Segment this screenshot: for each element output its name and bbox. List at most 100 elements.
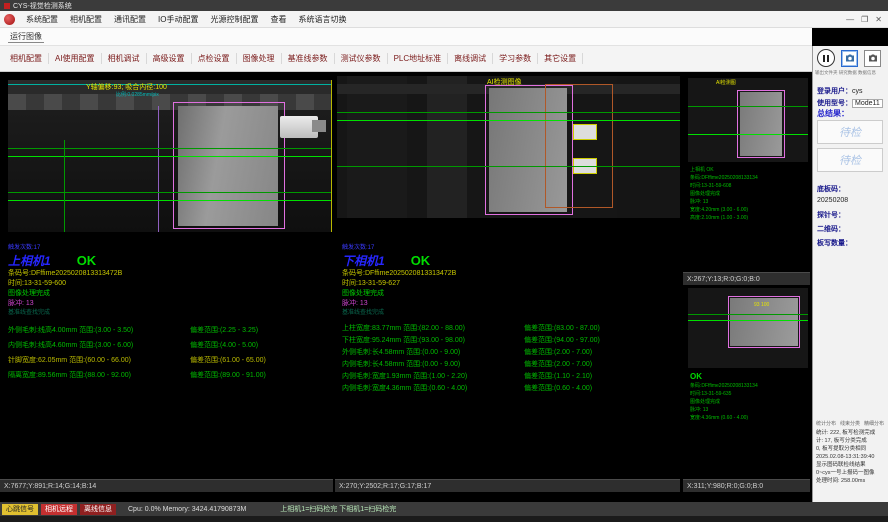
model-label: 使用型号：	[817, 100, 852, 107]
small-view-text-line: 条码:DFffime20250208133134	[690, 174, 812, 182]
run-image-tab[interactable]: 运行图像	[8, 31, 44, 43]
measurement-text: 针脚宽度:62.05mm 范围:(60.00 - 66.00)	[8, 353, 190, 368]
menu-item[interactable]: 光源控制配置	[204, 14, 264, 25]
measurement-text: 下柱宽度:95.24mm 范围:(93.00 - 98.00)	[342, 335, 524, 347]
menu-item[interactable]: 相机配置	[64, 14, 108, 25]
cpu-memory-readout: Cpu: 0.0% Memory: 3424.41790873M	[128, 506, 246, 513]
measurement-row: 下柱宽度:95.24mm 范围:(93.00 - 98.00) 偏差范围:(94…	[342, 335, 678, 347]
camera-settings-button[interactable]	[864, 50, 881, 67]
ribbon-tab[interactable]: 相机配置	[4, 53, 49, 64]
small-view-text-line: 宽度:4.20mm (3.00 - 6.00)	[690, 206, 812, 214]
measurement-row: 内侧毛刺:宽度1.93mm 范围:(1.00 - 2.20) 偏差范围:(1.1…	[342, 371, 678, 383]
ribbon-tabs: 相机配置AI使用配置相机调试高级设置点检设置图像处理基准线参数测试仪参数PLC地…	[0, 46, 812, 72]
roi-rectangle	[173, 102, 285, 229]
overlay-ai-label: AI检测图	[716, 79, 736, 86]
statistics-tab[interactable]: 精细分布	[864, 420, 884, 427]
measurement-row: 内侧毛刺:宽度4.36mm 范围:(0.60 - 4.00) 偏差范围:(0.6…	[342, 383, 678, 395]
result-status-ok: OK	[690, 372, 812, 382]
small-bottom-coordinate-bar: X:311;Y:980;R:0;G:0;B:0	[683, 479, 810, 492]
machine-column	[427, 76, 467, 218]
pulse-count-label: 脉冲: 13	[342, 299, 678, 309]
minimize-button[interactable]: —	[846, 15, 854, 24]
small-view-text-line: 时间:13-31-59-635	[690, 390, 812, 398]
trigger-count-label: 触发次数:17	[8, 244, 334, 252]
bright-terminal	[573, 124, 597, 140]
small-top-coordinate-bar: X:267;Y:13;R:0;G:0;B:0	[683, 272, 810, 285]
ribbon-tab[interactable]: 相机调试	[102, 53, 147, 64]
cyan-reference-line	[8, 84, 332, 85]
board-code-value-text: 20250208	[817, 197, 848, 204]
pulse-count-label: 脉冲: 13	[8, 299, 334, 309]
small-view-text-line: 图像处理完成	[690, 398, 812, 406]
title-bar: CYS-视觉检测系统	[0, 0, 888, 11]
ribbon-tab[interactable]: 学习参数	[493, 53, 538, 64]
close-button[interactable]: ✕	[875, 15, 882, 24]
menu-item[interactable]: IO手动配置	[152, 14, 204, 25]
camera-icon	[844, 52, 856, 64]
ribbon-tab[interactable]: 测试仪参数	[335, 53, 388, 64]
statistics-tabs: 统计分布线束分类精细分布	[816, 420, 888, 427]
measurement-row: 上柱宽度:83.77mm 范围:(82.00 - 88.00) 偏差范围:(83…	[342, 323, 678, 335]
measurement-deviation: 偏差范围:(4.00 - 5.00)	[190, 338, 258, 353]
model-select[interactable]: Mode11	[852, 99, 883, 108]
menu-bar: 系统配置相机配置通讯配置IO手动配置光源控制配置查看系统语言切换 — ❐ ✕	[0, 11, 888, 28]
camera-name-label: 下相机1	[342, 252, 385, 269]
camera-view-small-top[interactable]: AI检测图	[688, 78, 808, 162]
connector-tip	[312, 120, 326, 132]
ribbon-tab[interactable]: 离线调试	[448, 53, 493, 64]
main-area: Y轴偏移:93; 吸合内径:100 比例:0.0285mm/pix AI检测图像	[0, 72, 812, 502]
roi-rectangle	[737, 90, 785, 158]
statistics-line: 0~cys一号上报码一图像	[816, 469, 888, 477]
camera-view-middle[interactable]: AI检测图像	[337, 76, 680, 218]
statistics-tab[interactable]: 线束分类	[840, 420, 860, 427]
overlay-ai-label: AI检测图像	[487, 77, 522, 87]
violet-guide-line	[158, 106, 159, 232]
process-status-label: 图像处理完成	[8, 289, 334, 299]
small-top-result-panel: 上相机 OK条码:DFffime20250208133134时间:13-31-5…	[690, 166, 812, 222]
total-result-label: 总结果：	[817, 108, 849, 119]
camera-view-left[interactable]: Y轴偏移:93; 吸合内径:100 比例:0.0285mm/pix	[8, 80, 332, 232]
measurement-deviation: 偏差范围:(83.00 - 87.00)	[524, 323, 600, 335]
ribbon-tab[interactable]: PLC地址标准	[388, 53, 449, 64]
pause-button[interactable]	[817, 49, 835, 67]
result-display-2: 待检	[817, 148, 883, 172]
menu-item[interactable]: 系统配置	[20, 14, 64, 25]
ribbon-tab[interactable]: AI使用配置	[49, 53, 102, 64]
pause-icon	[827, 55, 829, 62]
statistics-line: 0, 板写提取分类相同	[816, 445, 888, 453]
menu-item[interactable]: 查看	[264, 14, 292, 25]
ribbon-tab[interactable]: 高级设置	[147, 53, 192, 64]
measurement-deviation: 偏差范围:(61.00 - 65.00)	[190, 353, 266, 368]
statistics-lines: 统计: 222, 板写检测完成计: 17, 板写分类完成0, 板写提取分类相同2…	[816, 429, 888, 485]
measurement-deviation: 偏差范围:(2.00 - 7.00)	[524, 359, 592, 371]
measurement-deviation: 偏差范围:(89.00 - 91.00)	[190, 368, 266, 383]
menu-item[interactable]: 系统语言切换	[292, 14, 352, 25]
measurement-list: 外侧毛刺:线高4.00mm 范围:(3.00 - 3.50) 偏差范围:(2.2…	[8, 323, 334, 383]
guide-line	[8, 192, 332, 193]
result-display-1: 待检	[817, 120, 883, 144]
status-badge: 相机远程	[41, 504, 77, 515]
ribbon-tab[interactable]: 其它设置	[538, 53, 583, 64]
maximize-button[interactable]: ❐	[861, 15, 868, 24]
measurement-row: 内侧毛刺:线高4.60mm 范围:(3.00 - 6.00) 偏差范围:(4.0…	[8, 338, 334, 353]
ribbon-tab[interactable]: 图像处理	[237, 53, 282, 64]
menu-item[interactable]: 通讯配置	[108, 14, 152, 25]
camera-view-small-bottom[interactable]: 93 100	[688, 288, 808, 368]
footer-strip	[0, 516, 888, 522]
guide-line	[688, 314, 808, 315]
measurement-text: 隔离宽度:89.56mm 范围:(88.00 - 92.00)	[8, 368, 190, 383]
guide-line-vertical	[64, 140, 65, 232]
statistics-line: 计: 17, 板写分类完成	[816, 437, 888, 445]
pause-icon	[823, 55, 825, 62]
middle-coordinate-bar: X:270;Y:2502;R:17;G:17;B:17	[335, 479, 680, 492]
camera-capture-button[interactable]	[841, 50, 858, 67]
ribbon-tab[interactable]: 基准线参数	[282, 53, 335, 64]
status-badge: 心跳信号	[2, 504, 38, 515]
ribbon-tab[interactable]: 点检设置	[192, 53, 237, 64]
measurement-list: 上柱宽度:83.77mm 范围:(82.00 - 88.00) 偏差范围:(83…	[342, 323, 678, 395]
measurement-row: 内侧毛刺:长4.58mm 范围:(0.00 - 9.00) 偏差范围:(2.00…	[342, 359, 678, 371]
measurement-row: 外侧毛刺:长4.58mm 范围:(0.00 - 9.00) 偏差范围:(2.00…	[342, 347, 678, 359]
machine-column	[347, 76, 407, 218]
baseline-note-label: 基准线查找完成	[342, 309, 678, 318]
statistics-tab[interactable]: 统计分布	[816, 420, 836, 427]
